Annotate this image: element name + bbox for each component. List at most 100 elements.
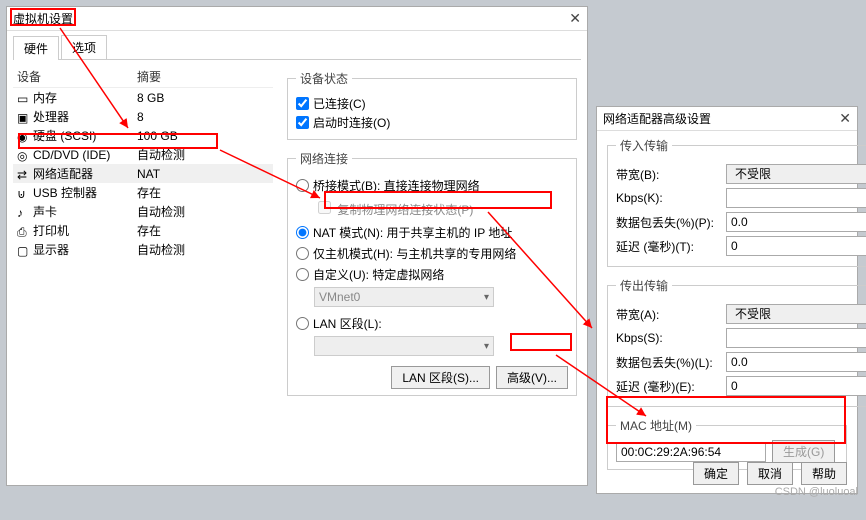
vmnet-select: VMnet0▾	[314, 287, 494, 307]
device-row-cpu[interactable]: ▣处理器8	[13, 107, 273, 126]
device-summary: 100 GB	[137, 129, 269, 143]
device-summary: 8 GB	[137, 91, 269, 105]
tab-options[interactable]: 选项	[61, 35, 107, 59]
netconn-legend: 网络连接	[296, 150, 352, 167]
device-row-disk[interactable]: ◉ 硬盘 (SCSI) 100 GB	[13, 126, 273, 145]
advanced-button[interactable]: 高级(V)...	[496, 366, 568, 389]
out-latency-label: 延迟 (毫秒)(E):	[616, 378, 726, 395]
in-loss-input[interactable]	[726, 212, 866, 232]
out-kbps-label: Kbps(S):	[616, 331, 726, 345]
device-summary: 存在	[137, 222, 269, 239]
tab-bar: 硬件 选项	[13, 35, 581, 60]
incoming-group: 传入传输 带宽(B):不受限 Kbps(K): 数据包丢失(%)(P): 延迟 …	[607, 137, 866, 267]
device-summary: 存在	[137, 184, 269, 201]
disk-icon: ◉	[17, 130, 29, 142]
replicate-label: 复制物理网络连接状态(P)	[337, 203, 473, 217]
out-bandwidth-select[interactable]: 不受限	[726, 304, 866, 324]
connect-on-label: 启动时连接(O)	[313, 114, 390, 131]
device-name: USB 控制器	[33, 184, 97, 201]
out-latency-input[interactable]	[726, 376, 866, 396]
connected-checkbox[interactable]	[296, 97, 309, 110]
hostonly-radio[interactable]	[296, 247, 309, 260]
bridged-label: 桥接模式(B): 直接连接物理网络	[313, 177, 480, 194]
outgoing-group: 传出传输 带宽(A):不受限 Kbps(S): 数据包丢失(%)(L): 延迟 …	[607, 277, 866, 407]
ok-button[interactable]: 确定	[693, 462, 739, 485]
nat-label: NAT 模式(N): 用于共享主机的 IP 地址	[313, 224, 512, 241]
device-row-sound[interactable]: ♪ 声卡 自动检测	[13, 202, 273, 221]
in-loss-label: 数据包丢失(%)(P):	[616, 214, 726, 231]
lan-segment-radio[interactable]	[296, 317, 309, 330]
device-summary: NAT	[137, 167, 269, 181]
replicate-checkbox	[318, 201, 331, 214]
device-row-usb[interactable]: ⊍ USB 控制器 存在	[13, 183, 273, 202]
custom-radio[interactable]	[296, 268, 309, 281]
sound-icon: ♪	[17, 206, 29, 218]
device-summary: 自动检测	[137, 146, 269, 163]
lan-segments-button[interactable]: LAN 区段(S)...	[391, 366, 490, 389]
in-kbps-input[interactable]	[726, 188, 866, 208]
cd-icon: ◎	[17, 149, 29, 161]
close-icon[interactable]: ✕	[569, 10, 581, 27]
vm-settings-window: 虚拟机设置 ✕ 硬件 选项 设备 摘要 ▭内存8 GB▣处理器8◉硬盘 (SCS…	[6, 6, 588, 486]
lan-segment-select: ▾	[314, 336, 494, 356]
in-bandwidth-label: 带宽(B):	[616, 166, 726, 183]
network-connection-group: 网络连接 桥接模式(B): 直接连接物理网络 复制物理网络连接状态(P) NAT…	[287, 150, 577, 396]
close-icon[interactable]: ✕	[839, 110, 851, 127]
device-name: 网络适配器	[33, 165, 93, 182]
in-bandwidth-select[interactable]: 不受限	[726, 164, 866, 184]
device-summary: 自动检测	[137, 241, 269, 258]
mac-legend: MAC 地址(M)	[616, 417, 696, 434]
nat-radio[interactable]	[296, 226, 309, 239]
cancel-button[interactable]: 取消	[747, 462, 793, 485]
out-bandwidth-label: 带宽(A):	[616, 306, 726, 323]
device-row-net[interactable]: ⇄ 网络适配器 NAT	[13, 164, 273, 183]
chevron-down-icon: ▾	[484, 292, 489, 303]
tab-hardware[interactable]: 硬件	[13, 36, 59, 60]
device-summary: 自动检测	[137, 203, 269, 220]
out-loss-input[interactable]	[726, 352, 866, 372]
status-legend: 设备状态	[296, 70, 352, 87]
hostonly-label: 仅主机模式(H): 与主机共享的专用网络	[313, 245, 516, 262]
out-loss-label: 数据包丢失(%)(L):	[616, 354, 726, 371]
titlebar: 虚拟机设置 ✕	[7, 7, 587, 31]
usb-icon: ⊍	[17, 187, 29, 199]
outgoing-legend: 传出传输	[616, 277, 672, 294]
connected-label: 已连接(C)	[313, 95, 366, 112]
device-name: 硬盘 (SCSI)	[33, 127, 96, 144]
chevron-down-icon: ▾	[484, 341, 489, 352]
device-row-memory[interactable]: ▭内存8 GB	[13, 88, 273, 107]
device-detail: 设备状态 已连接(C) 启动时连接(O) 网络连接 桥接模式(B): 直接连接物…	[283, 66, 581, 410]
in-kbps-label: Kbps(K):	[616, 191, 726, 205]
display-icon: ▢	[17, 244, 29, 256]
device-row-cd[interactable]: ◎ CD/DVD (IDE) 自动检测	[13, 145, 273, 164]
bridged-radio[interactable]	[296, 179, 309, 192]
in-latency-label: 延迟 (毫秒)(T):	[616, 238, 726, 255]
device-name: 声卡	[33, 203, 57, 220]
titlebar: 网络适配器高级设置 ✕	[597, 107, 857, 131]
window-title: 网络适配器高级设置	[603, 110, 711, 127]
in-latency-input[interactable]	[726, 236, 866, 256]
incoming-legend: 传入传输	[616, 137, 672, 154]
net-icon: ⇄	[17, 168, 29, 180]
advanced-settings-window: 网络适配器高级设置 ✕ 传入传输 带宽(B):不受限 Kbps(K): 数据包丢…	[596, 106, 858, 494]
device-name: 内存	[33, 89, 57, 106]
device-name: CD/DVD (IDE)	[33, 148, 110, 162]
lan-label: LAN 区段(L):	[313, 315, 382, 332]
custom-label: 自定义(U): 特定虚拟网络	[313, 266, 444, 283]
device-name: 显示器	[33, 241, 69, 258]
device-name: 处理器	[33, 108, 69, 125]
watermark: CSDN @luoluoal	[775, 486, 858, 498]
help-button[interactable]: 帮助	[801, 462, 847, 485]
connect-on-poweron-checkbox[interactable]	[296, 116, 309, 129]
device-row-display[interactable]: ▢ 显示器 自动检测	[13, 240, 273, 259]
printer-icon: ⎙	[17, 225, 29, 237]
generate-mac-button: 生成(G)	[772, 440, 835, 463]
col-summary: 摘要	[137, 68, 269, 85]
device-row-printer[interactable]: ⎙ 打印机 存在	[13, 221, 273, 240]
device-list: 设备 摘要 ▭内存8 GB▣处理器8◉硬盘 (SCSI)100 GB◎CD/DV…	[13, 66, 273, 410]
mac-address-input[interactable]	[616, 442, 766, 462]
col-device: 设备	[17, 68, 137, 85]
device-name: 打印机	[33, 222, 69, 239]
out-kbps-input[interactable]	[726, 328, 866, 348]
device-status-group: 设备状态 已连接(C) 启动时连接(O)	[287, 70, 577, 140]
